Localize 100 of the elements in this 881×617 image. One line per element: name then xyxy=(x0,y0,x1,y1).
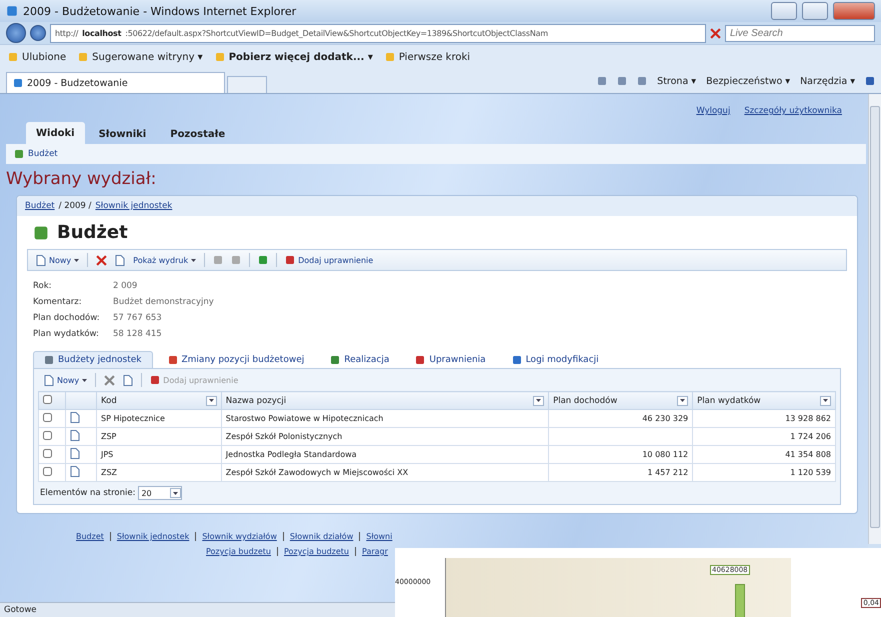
user-link[interactable]: Szczegóły użytkownika xyxy=(744,104,842,118)
delete-icon[interactable] xyxy=(104,374,116,386)
footer-link[interactable]: Słownik jednostek xyxy=(116,532,190,541)
page-size-select[interactable]: 20 xyxy=(138,486,182,500)
window-title: 2009 - Budżetowanie - Windows Internet Explorer xyxy=(23,4,298,18)
document-icon xyxy=(36,254,46,266)
table-cell: Jednostka Podległa Standardowa xyxy=(221,446,549,464)
field-value: Budżet demonstracyjny xyxy=(113,297,215,307)
breadcrumb-text: / 2009 / xyxy=(58,201,92,211)
minimize-button[interactable] xyxy=(771,2,797,20)
detail-tab[interactable]: Logi modyfikacji xyxy=(500,351,610,368)
section-heading: Wybrany wydział: xyxy=(6,168,158,191)
column-header[interactable]: Nazwa pozycji xyxy=(221,392,549,410)
row-checkbox[interactable] xyxy=(43,431,52,440)
field-label: Plan dochodów: xyxy=(33,313,101,323)
favorites-item[interactable]: Pobierz więcej dodatk... ▾ xyxy=(214,52,373,62)
table-cell: ZSP xyxy=(96,428,222,446)
sub-nav-link[interactable]: Budżet xyxy=(28,149,58,159)
user-link[interactable]: Wyloguj xyxy=(696,104,730,118)
new-button[interactable]: Nowy xyxy=(44,374,88,386)
field-label: Komentarz: xyxy=(33,297,83,307)
table-cell: JPS xyxy=(96,446,222,464)
back-button[interactable] xyxy=(6,23,26,43)
caret-icon xyxy=(173,492,178,494)
dropdown-button[interactable] xyxy=(170,488,182,498)
breadcrumb-link[interactable]: Słownik jednostek xyxy=(95,201,172,211)
document-icon xyxy=(70,448,80,459)
dropdown-button[interactable] xyxy=(820,396,831,406)
document-icon xyxy=(44,374,54,386)
table-cell: Zespół Szkół Zawodowych w Miejscowości XX xyxy=(221,464,549,482)
favorites-item[interactable]: Ulubione xyxy=(8,52,66,62)
browser-tab[interactable]: 2009 - Budzetowanie xyxy=(6,72,225,93)
footer-link[interactable]: Słownik wydziałów xyxy=(202,532,277,541)
footer-link[interactable]: Pozycja budzetu xyxy=(284,547,349,556)
search-field[interactable]: Live Search xyxy=(725,24,875,42)
document-icon xyxy=(115,254,126,266)
caret-icon xyxy=(680,399,686,402)
footer-link[interactable]: Słowni xyxy=(366,532,392,541)
table-cell: 46 230 329 xyxy=(548,410,693,428)
nav-tab[interactable]: Słowniki xyxy=(88,124,156,144)
caret-icon xyxy=(823,399,828,402)
nav-tab[interactable]: Widoki xyxy=(26,122,85,144)
caret-icon xyxy=(191,258,196,262)
scroll-bar[interactable] xyxy=(868,94,881,544)
table-cell: 13 928 862 xyxy=(692,410,836,428)
forward-button[interactable] xyxy=(30,25,46,41)
field-value: 58 128 415 xyxy=(113,329,163,339)
row-checkbox[interactable] xyxy=(43,449,52,458)
delete-icon[interactable] xyxy=(710,28,721,38)
column-header[interactable]: Plan dochodów xyxy=(548,392,693,410)
document-icon xyxy=(70,430,80,441)
select-all-checkbox[interactable] xyxy=(43,394,52,404)
command-menu[interactable]: Narzędzia ▾ xyxy=(800,76,855,86)
row-checkbox[interactable] xyxy=(43,413,52,422)
field-value: 57 767 653 xyxy=(113,313,163,323)
table-cell: 1 120 539 xyxy=(692,464,836,482)
pager-label: Elementów na stronie: xyxy=(40,488,136,498)
field-label: Plan wydatków: xyxy=(33,329,100,339)
command-menu[interactable]: Bezpieczeństwo ▾ xyxy=(706,76,790,86)
column-header[interactable]: Kod xyxy=(96,392,222,410)
delete-icon[interactable] xyxy=(96,254,108,266)
footer-link[interactable]: Paragr xyxy=(362,547,388,556)
field-value: 2 009 xyxy=(113,281,138,291)
detail-tab[interactable]: Realizacja xyxy=(319,351,400,368)
detail-tab[interactable]: Zmiany pozycji budżetowej xyxy=(156,351,316,368)
nav-tab[interactable]: Pozostałe xyxy=(160,124,236,144)
caret-icon xyxy=(74,258,80,262)
table-cell: 10 080 112 xyxy=(548,446,693,464)
table-cell: ZSZ xyxy=(96,464,222,482)
favorites-item[interactable]: Sugerowane witryny ▾ xyxy=(78,52,203,62)
close-button[interactable] xyxy=(833,2,875,20)
print-button[interactable]: Pokaż wydruk xyxy=(133,256,196,264)
detail-tab[interactable]: Budżety jednostek xyxy=(33,351,152,368)
detail-tab[interactable]: Uprawnienia xyxy=(404,351,497,368)
breadcrumb-link[interactable]: Budżet xyxy=(25,201,55,211)
row-checkbox[interactable] xyxy=(43,467,52,476)
document-icon xyxy=(70,466,80,477)
footer-link[interactable]: Słownik działów xyxy=(290,532,354,541)
caret-icon xyxy=(208,399,214,402)
footer-link[interactable]: Pozycja budzetu xyxy=(206,547,271,556)
table-cell: Starostwo Powiatowe w Hipotecznicach xyxy=(221,410,549,428)
new-button[interactable]: Nowy xyxy=(36,254,80,266)
page-title: Budżet xyxy=(57,222,128,243)
dropdown-button[interactable] xyxy=(206,396,217,406)
document-icon xyxy=(123,374,134,386)
caret-icon xyxy=(82,378,88,382)
chart-bar xyxy=(735,584,745,617)
table-cell: Zespół Szkół Polonistycznych xyxy=(221,428,549,446)
address-field[interactable]: http:// localhost :50622/default.aspx?ShortcutViewID=Budget_DetailView&ShortcutObjectKey=1389&ShortcutObjectClassNam xyxy=(50,24,706,42)
column-header[interactable]: Plan wydatków xyxy=(692,392,836,410)
footer-link[interactable]: Budzet xyxy=(76,532,104,541)
maximize-button[interactable] xyxy=(802,2,828,20)
add-permission-button[interactable]: Dodaj uprawnienie xyxy=(285,255,374,265)
table-cell: SP Hipotecznice xyxy=(96,410,222,428)
dropdown-button[interactable] xyxy=(533,396,544,406)
dropdown-button[interactable] xyxy=(677,396,688,406)
caret-icon xyxy=(536,399,542,402)
command-menu[interactable]: Strona ▾ xyxy=(657,76,696,86)
favorites-item[interactable]: Pierwsze kroki xyxy=(384,52,470,62)
field-label: Rok: xyxy=(33,281,53,291)
